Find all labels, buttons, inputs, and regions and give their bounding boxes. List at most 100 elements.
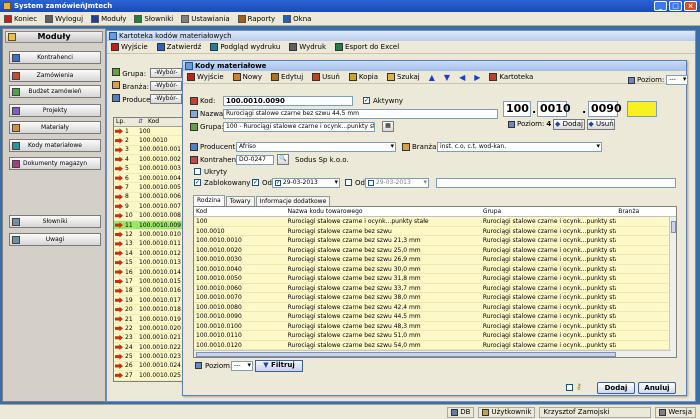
table-row[interactable]: 27 100.0010.025 [114,371,192,381]
code-add-button[interactable]: ◆ Dodaj [553,119,585,130]
table-row[interactable]: 2 100.0010 [114,136,192,146]
inner-toolbar-button-7[interactable]: Kartoteka [489,73,533,81]
nazwa-field[interactable]: Rurociągi stalowe czarne bez szwu 44,5 m… [223,109,498,119]
col-lp[interactable]: Lp. [114,118,138,126]
table-row[interactable]: 21 100.0010.019 [114,314,192,325]
table-row[interactable]: 22 100.0010.020 [114,324,192,334]
table-row[interactable]: 4 100.0010.002 [114,155,192,165]
code-segment-field[interactable]: 0010 [537,101,571,117]
col-kod[interactable]: Kod [148,118,159,126]
menu-item-moduły[interactable]: Moduły [91,14,126,23]
vertical-scrollbar[interactable] [669,217,676,357]
table-row[interactable]: 11 100.0010.009 [114,220,192,231]
table-row[interactable]: 24 100.0010.022 [114,342,192,353]
table-row[interactable]: 17 100.0010.015 [114,277,192,287]
table-row[interactable]: 100.0010.0090 Rurociągi stalowe czarne be… [194,312,676,322]
code-segment-field[interactable] [627,101,657,117]
table-row[interactable]: 13 100.0010.011 [114,239,192,250]
tab-3[interactable]: Informacje dodatkowe [255,196,331,206]
od2-checkbox[interactable] [345,179,352,186]
table-row[interactable]: 16 100.0010.014 [114,267,192,278]
producent-select[interactable]: Afriso [236,142,396,152]
table-row[interactable]: 100.0010.0120 Rurociągi stalowe czarne be… [194,340,676,350]
date2-checkbox[interactable] [368,179,374,186]
table-row[interactable]: 100.0010.0030 Rurociągi stalowe czarne be… [194,255,676,265]
kod-field[interactable]: 100.0010.0090 [223,96,353,106]
nav-arrow-icon[interactable]: ▶ [474,73,480,82]
branza-choose-button[interactable]: -Wybór- [150,81,182,91]
sidebar-item-1[interactable]: Kontrahenci [9,51,101,64]
sidebar-item-2[interactable]: Zamówienia [9,69,101,82]
table-row[interactable]: 100.0010.0060 Rurociągi stalowe czarne be… [194,283,676,293]
maximize-button[interactable]: □ [669,1,682,11]
table-row[interactable]: 100.0010.0100 Rurociągi stalowe czarne be… [194,321,676,331]
sort-icon[interactable]: ⇵ [138,118,148,126]
menu-item-okna[interactable]: Okna [283,14,311,23]
sidebar-item-7[interactable]: Dokumenty magazyn [9,157,101,170]
sidebar-bottom-item-1[interactable]: Słowniki [9,215,101,228]
ukryty-checkbox[interactable] [194,168,201,175]
close-button[interactable]: × [684,1,697,11]
nav-arrow-icon[interactable]: ▲ [429,73,435,82]
zablokowany-checkbox[interactable]: ✓ [194,179,201,186]
table-row[interactable]: 3 100.0010.001 [114,145,192,156]
poziom-top-select[interactable]: --- [666,75,689,85]
producent-choose-button[interactable]: -Wybór- [150,94,182,104]
note-field[interactable] [436,178,676,188]
code-segment-field[interactable]: 0090 [588,101,622,117]
table-row[interactable]: 10 100.0010.008 [114,211,192,221]
menu-item-ustawiania[interactable]: Ustawiania [181,14,230,23]
grupa-field[interactable]: 100 - Rurociągi stalowe czarne i ocynk..… [223,122,375,132]
anuluj-button[interactable]: Anuluj [638,382,676,394]
inner-toolbar-button-6[interactable]: Szukaj [387,73,420,81]
nav-arrow-icon[interactable]: ▼ [444,73,450,82]
grid-col-header[interactable]: Nazwa kodu towarowego [286,207,481,216]
table-row[interactable]: 23 100.0010.021 [114,333,192,343]
table-row[interactable]: 26 100.0010.024 [114,361,192,372]
inner-toolbar-button-4[interactable]: Usuń [312,73,340,81]
menu-item-wyloguj[interactable]: Wyloguj [45,14,83,23]
table-row[interactable]: 1 100 [114,127,192,137]
od1-checkbox[interactable]: ✓ [252,179,259,186]
table-row[interactable]: 15 100.0010.013 [114,258,192,268]
table-row[interactable]: 25 100.0010.023 [114,352,192,362]
outer-toolbar-button-1[interactable]: Wyjście [111,43,148,51]
table-row[interactable]: 18 100.0010.016 [114,286,192,297]
aktywny-checkbox[interactable]: ✓ [363,97,370,104]
table-row[interactable]: 6 100.0010.004 [114,173,192,184]
table-row[interactable]: 100.0010.0020 Rurociągi stalowe czarne be… [194,245,676,255]
table-row[interactable]: 5 100.0010.003 [114,164,192,174]
grupa-choose-button[interactable]: -Wybór- [150,68,182,78]
tab-1[interactable]: Rodzina [193,195,225,206]
horizontal-scrollbar[interactable] [194,350,671,357]
sidebar-item-3[interactable]: Budżet zamówień [9,85,101,98]
nav-arrow-icon[interactable]: ◀ [459,73,465,82]
table-row[interactable]: 14 100.0010.012 [114,249,192,259]
table-row[interactable]: 8 100.0010.006 [114,192,192,203]
grid-col-header[interactable]: Branża [616,207,676,216]
table-row[interactable]: 100.0010.0080 Rurociągi stalowe czarne be… [194,302,676,312]
inner-toolbar-button-3[interactable]: Edytuj [271,73,303,81]
date1-picker[interactable]: ✓ 29-03-2013 [272,178,340,188]
table-row[interactable]: 100.0010.0070 Rurociągi stalowe czarne be… [194,293,676,303]
bottom-poziom-select[interactable]: --- [231,361,253,371]
inner-toolbar-button-1[interactable]: Wyjście [187,73,224,81]
grid-col-header[interactable]: Kod [194,207,286,216]
table-row[interactable]: 100.0010.0050 Rurociągi stalowe czarne be… [194,274,676,284]
dodaj-button[interactable]: Dodaj [597,382,635,394]
minimize-button[interactable]: _ [654,1,667,11]
outer-toolbar-button-5[interactable]: Esport do Excel [335,43,399,51]
inner-toolbar-button-5[interactable]: Kopia [348,73,378,81]
outer-toolbar-button-3[interactable]: Podgląd wydruku [210,43,280,51]
table-row[interactable]: 100 Rurociągi stalowe czarne i ocynk...pu… [194,217,676,227]
table-row[interactable]: 100.0010.0010 Rurociągi stalowe czarne be… [194,236,676,246]
table-row[interactable]: 7 100.0010.005 [114,183,192,193]
sidebar-item-5[interactable]: Materiały [9,121,101,134]
table-row[interactable]: 28100.0010.026 [114,380,192,381]
kontrahent-code-field[interactable]: DO-0247 [236,155,274,165]
filter-button[interactable]: ▼ Filtruj [255,360,303,372]
tab-2[interactable]: Towary [225,196,255,206]
inner-toolbar-button-2[interactable]: Nowy [232,73,262,81]
outer-toolbar-button-4[interactable]: Wydruk [289,43,326,51]
menu-item-słowniki[interactable]: Słowniki [134,14,173,23]
